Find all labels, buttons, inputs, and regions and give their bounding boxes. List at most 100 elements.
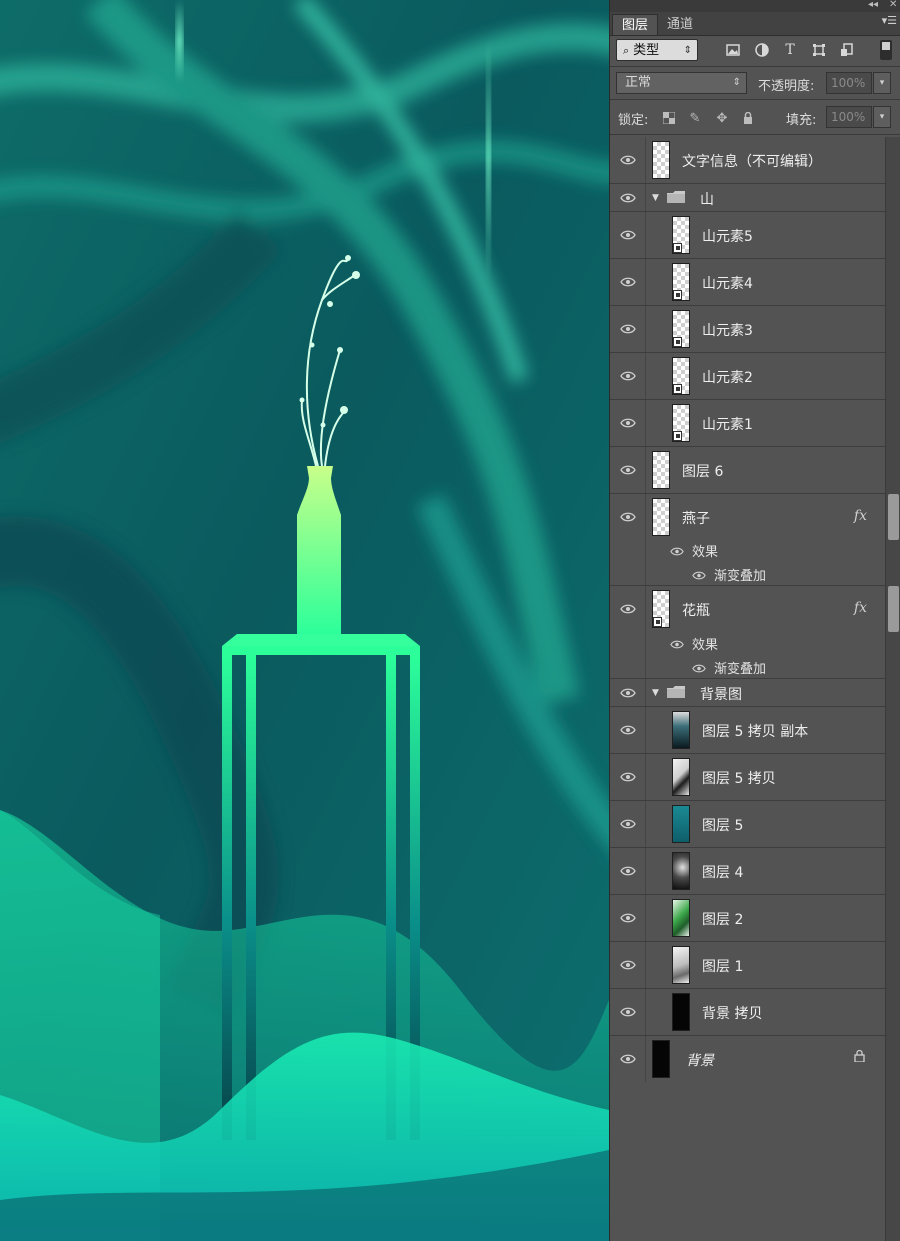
tab-layers[interactable]: 图层 xyxy=(612,14,659,35)
lock-all-icon[interactable] xyxy=(740,110,756,126)
layer-row-layer5-copy-dup[interactable]: 图层 5 拷贝 副本 xyxy=(610,707,885,754)
expand-arrow-icon[interactable]: ▼ xyxy=(652,193,659,203)
layer-row-layer-6[interactable]: 图层 6 xyxy=(610,447,885,494)
visibility-eye-icon[interactable] xyxy=(610,494,646,585)
panel-titlebar: ◂◂ ✕ xyxy=(610,0,900,12)
lock-icon xyxy=(854,1049,865,1065)
layer-thumbnail xyxy=(672,899,690,937)
layer-row-mountain-3[interactable]: 山元素3 xyxy=(610,306,885,353)
visibility-eye-icon[interactable] xyxy=(610,848,646,894)
layer-row-swallow[interactable]: 燕子 fx 效果 渐变叠加 xyxy=(610,494,885,586)
image-filter-icon[interactable] xyxy=(724,41,742,59)
type-filter-icon[interactable]: T xyxy=(781,41,799,59)
gradient-overlay-eye-icon[interactable] xyxy=(692,662,706,677)
visibility-eye-icon[interactable] xyxy=(610,353,646,399)
visibility-eye-icon[interactable] xyxy=(610,707,646,753)
opacity-label: 不透明度: xyxy=(758,79,815,94)
layer-row-layer1[interactable]: 图层 1 xyxy=(610,942,885,989)
dropdown-arrow-icon: ⇕ xyxy=(732,77,741,88)
layer-thumbnail xyxy=(672,993,690,1031)
visibility-eye-icon[interactable] xyxy=(610,989,646,1035)
layer-name: 图层 6 xyxy=(682,464,724,480)
lock-transparent-icon[interactable] xyxy=(661,110,677,126)
document-canvas[interactable] xyxy=(0,0,609,1241)
visibility-eye-icon[interactable] xyxy=(610,306,646,352)
collapse-icon[interactable]: ◂◂ xyxy=(868,0,878,10)
blend-mode-value: 正常 xyxy=(625,75,652,90)
fx-icon[interactable]: fx xyxy=(854,508,867,524)
layer-row-mountain-4[interactable]: 山元素4 xyxy=(610,259,885,306)
layer-name: 图层 2 xyxy=(702,912,744,928)
layer-row-text-info[interactable]: 文字信息（不可编辑） xyxy=(610,137,885,184)
fill-dropdown-button[interactable]: ▾ xyxy=(873,106,891,128)
panel-tabs: 图层 通道 ▾☰ xyxy=(610,12,900,36)
layer-row-layer5-copy[interactable]: 图层 5 拷贝 xyxy=(610,754,885,801)
smart-object-badge-icon xyxy=(673,384,682,394)
opacity-dropdown-button[interactable]: ▾ xyxy=(873,72,891,94)
fill-field[interactable]: 100% xyxy=(826,106,872,128)
layer-row-mountain-1[interactable]: 山元素1 xyxy=(610,400,885,447)
expand-arrow-icon[interactable]: ▼ xyxy=(652,688,659,698)
layer-name: 图层 4 xyxy=(702,865,744,881)
tab-channels[interactable]: 通道 xyxy=(658,14,702,35)
visibility-eye-icon[interactable] xyxy=(610,137,646,183)
layer-row-mountain-5[interactable]: 山元素5 xyxy=(610,212,885,259)
layer-group-background-image[interactable]: ▼ 背景图 xyxy=(610,679,885,707)
blend-mode-select[interactable]: 正常 ⇕ xyxy=(616,72,747,94)
visibility-eye-icon[interactable] xyxy=(610,1036,646,1082)
artwork xyxy=(0,0,609,1241)
scroll-thumb[interactable] xyxy=(888,586,899,632)
scroll-thumb[interactable] xyxy=(888,494,899,540)
layer-list-scrollbar[interactable] xyxy=(885,137,900,1241)
layer-row-vase[interactable]: 花瓶 fx 效果 渐变叠加 xyxy=(610,586,885,679)
layer-row-background[interactable]: 背景 xyxy=(610,1036,885,1083)
gradient-overlay-label: 渐变叠加 xyxy=(714,569,767,584)
visibility-eye-icon[interactable] xyxy=(610,801,646,847)
visibility-eye-icon[interactable] xyxy=(610,942,646,988)
layer-list-empty-area xyxy=(610,1082,885,1241)
visibility-eye-icon[interactable] xyxy=(610,586,646,678)
lock-row: 锁定: ✎ ✥ 填充: 100% ▾ xyxy=(610,100,900,134)
filter-kind-select[interactable]: ⌕ 类型 ⇕ xyxy=(616,39,698,61)
visibility-eye-icon[interactable] xyxy=(610,895,646,941)
opacity-field[interactable]: 100% xyxy=(826,72,872,94)
layer-thumbnail xyxy=(672,263,690,301)
visibility-eye-icon[interactable] xyxy=(610,212,646,258)
smartobject-filter-icon[interactable] xyxy=(838,41,856,59)
layer-name: 图层 1 xyxy=(702,959,744,975)
layer-row-mountain-2[interactable]: 山元素2 xyxy=(610,353,885,400)
visibility-eye-icon[interactable] xyxy=(610,447,646,493)
layer-row-layer2[interactable]: 图层 2 xyxy=(610,895,885,942)
fx-icon[interactable]: fx xyxy=(854,600,867,616)
lock-brush-icon[interactable]: ✎ xyxy=(687,110,703,126)
visibility-eye-icon[interactable] xyxy=(610,184,646,211)
adjustment-filter-icon[interactable] xyxy=(753,41,771,59)
visibility-eye-icon[interactable] xyxy=(610,259,646,305)
layer-row-layer5[interactable]: 图层 5 xyxy=(610,801,885,848)
lock-label: 锁定: xyxy=(618,113,649,128)
filter-toggle[interactable] xyxy=(880,40,892,60)
panel-menu-icon[interactable]: ▾☰ xyxy=(882,14,897,27)
filter-row: ⌕ 类型 ⇕ T xyxy=(610,36,900,66)
visibility-eye-icon[interactable] xyxy=(610,754,646,800)
effects-label: 效果 xyxy=(692,545,719,560)
visibility-eye-icon[interactable] xyxy=(610,400,646,446)
close-icon[interactable]: ✕ xyxy=(889,0,897,10)
dropdown-arrow-icon: ⇕ xyxy=(683,45,692,56)
lock-move-icon[interactable]: ✥ xyxy=(714,110,730,126)
layer-row-background-copy[interactable]: 背景 拷贝 xyxy=(610,989,885,1036)
layer-thumbnail xyxy=(672,852,690,890)
effects-eye-icon[interactable] xyxy=(670,545,684,560)
layer-group-mountain[interactable]: ▼ 山 xyxy=(610,184,885,212)
smart-object-badge-icon xyxy=(673,290,682,300)
effects-label: 效果 xyxy=(692,638,719,653)
layer-thumbnail xyxy=(652,590,670,628)
group-name: 山 xyxy=(700,192,714,208)
layer-thumbnail xyxy=(652,1040,670,1078)
shape-filter-icon[interactable] xyxy=(810,41,828,59)
gradient-overlay-eye-icon[interactable] xyxy=(692,569,706,584)
layer-thumbnail xyxy=(652,451,670,489)
effects-eye-icon[interactable] xyxy=(670,638,684,653)
visibility-eye-icon[interactable] xyxy=(610,679,646,706)
layer-row-layer4[interactable]: 图层 4 xyxy=(610,848,885,895)
